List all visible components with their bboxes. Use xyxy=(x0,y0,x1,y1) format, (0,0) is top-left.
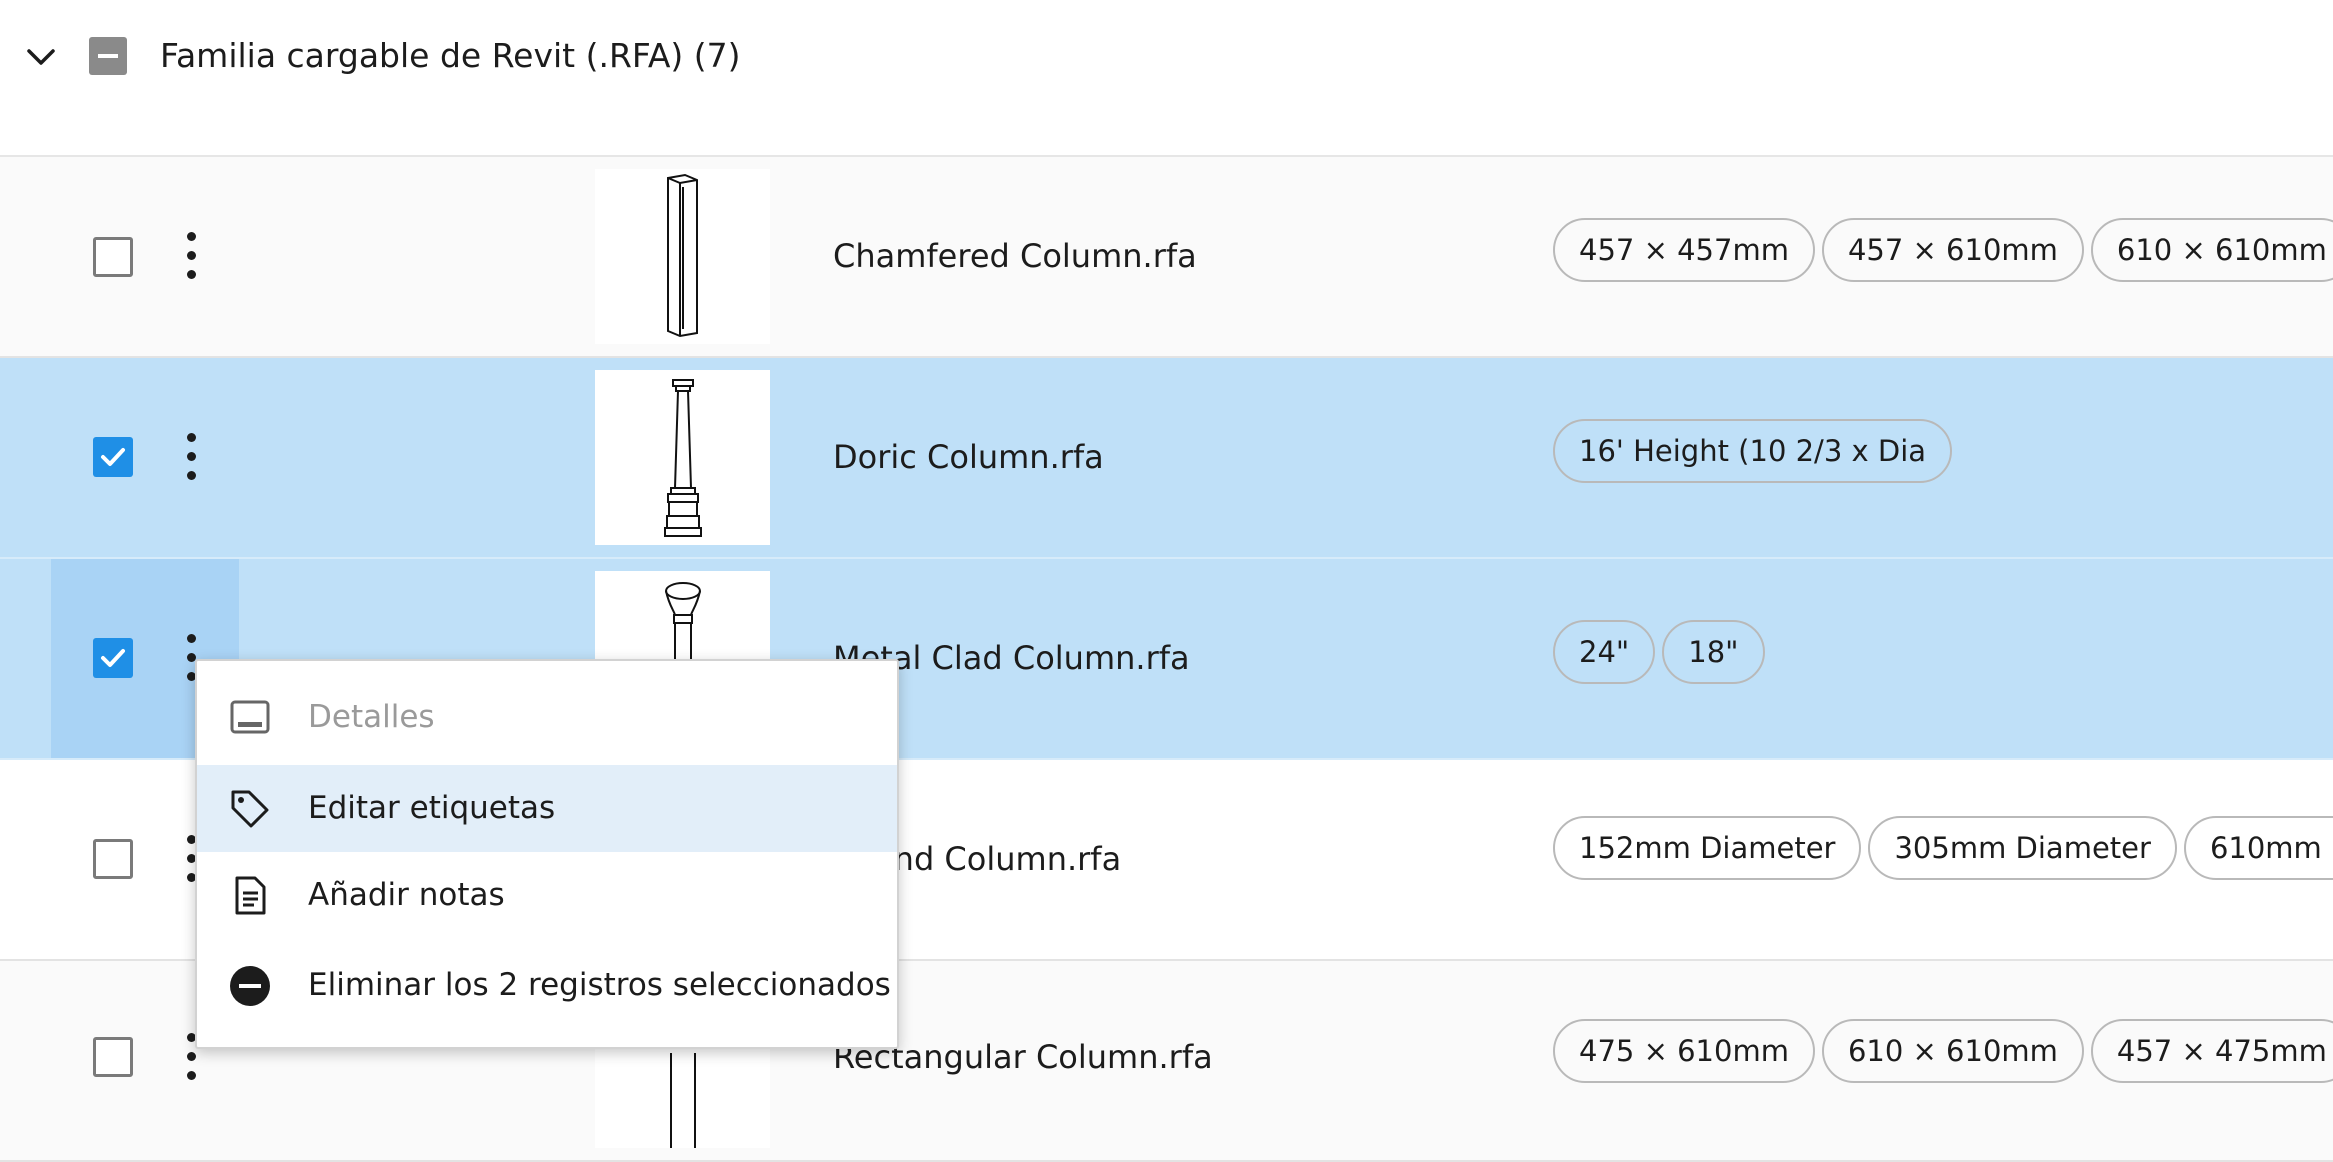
row-checkbox[interactable] xyxy=(93,1037,133,1077)
row-checkbox[interactable] xyxy=(93,437,133,477)
menu-item-label: Detalles xyxy=(308,699,435,735)
type-chips: 24" 18" xyxy=(1553,620,1765,684)
remove-circle-icon xyxy=(228,964,272,1008)
menu-item-edit-tags[interactable]: Editar etiquetas xyxy=(197,765,897,852)
type-chip[interactable]: 305mm Diameter xyxy=(1868,816,2177,880)
menu-item-delete-selected[interactable]: Eliminar los 2 registros seleccionados xyxy=(197,942,897,1029)
type-chip[interactable]: 475 × 610mm xyxy=(1553,1019,1815,1083)
type-chip[interactable]: 457 × 610mm xyxy=(1821,218,2084,282)
family-name[interactable]: Chamfered Column.rfa xyxy=(833,236,1197,276)
family-thumbnail xyxy=(595,370,770,545)
type-chips: 16' Height (10 2/3 x Dia xyxy=(1553,419,1953,483)
more-options-icon[interactable] xyxy=(174,431,208,483)
table-row[interactable]: Chamfered Column.rfa 457 × 457mm 457 × 6… xyxy=(0,157,2333,358)
row-checkbox[interactable] xyxy=(93,638,133,678)
group-select-checkbox[interactable] xyxy=(89,37,127,75)
menu-item-details: Detalles xyxy=(197,674,897,761)
table-row[interactable]: Doric Column.rfa 16' Height (10 2/3 x Di… xyxy=(0,358,2333,559)
tag-icon xyxy=(228,787,272,831)
row-checkbox[interactable] xyxy=(93,237,133,277)
type-chip[interactable]: 457 × 457mm xyxy=(1553,218,1815,282)
type-chips: 475 × 610mm 610 × 610mm 457 × 475mm xyxy=(1553,1019,2333,1083)
type-chip[interactable]: 24" xyxy=(1553,620,1656,684)
row-checkbox[interactable] xyxy=(93,839,133,879)
type-chip[interactable]: 152mm Diameter xyxy=(1553,816,1862,880)
type-chips: 152mm Diameter 305mm Diameter 610mm Dia xyxy=(1553,816,2333,880)
chevron-down-icon[interactable] xyxy=(24,42,58,72)
family-name[interactable]: Doric Column.rfa xyxy=(833,437,1104,477)
type-chip[interactable]: 18" xyxy=(1662,620,1765,684)
type-chip[interactable]: 610mm Dia xyxy=(2183,816,2333,880)
type-chip[interactable]: 16' Height (10 2/3 x Dia xyxy=(1553,419,1953,483)
more-options-icon[interactable] xyxy=(174,230,208,282)
details-panel-icon xyxy=(228,696,272,740)
menu-item-label: Editar etiquetas xyxy=(308,790,556,826)
menu-item-label: Eliminar los 2 registros seleccionados xyxy=(308,967,891,1003)
context-menu: Detalles Editar etiquetas Añadir notas E… xyxy=(195,659,899,1049)
type-chip[interactable]: 610 × 610mm xyxy=(1821,1019,2084,1083)
type-chip[interactable]: 457 × 475mm xyxy=(2090,1019,2333,1083)
family-thumbnail xyxy=(595,169,770,344)
type-chips: 457 × 457mm 457 × 610mm 610 × 610mm xyxy=(1553,218,2333,282)
group-header: Familia cargable de Revit (.RFA) (7) xyxy=(0,0,2333,157)
group-title: Familia cargable de Revit (.RFA) (7) xyxy=(160,36,741,75)
note-icon xyxy=(228,874,272,918)
menu-item-label: Añadir notas xyxy=(308,877,505,913)
type-chip[interactable]: 610 × 610mm xyxy=(2090,218,2333,282)
menu-item-add-notes[interactable]: Añadir notas xyxy=(197,852,897,939)
